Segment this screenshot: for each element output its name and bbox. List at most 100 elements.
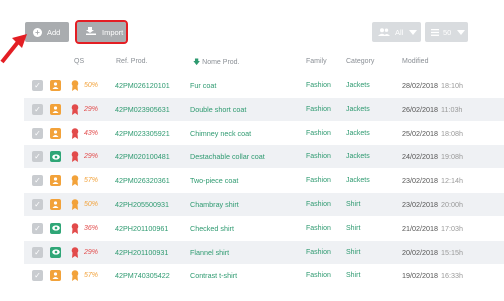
category-link[interactable]: Shirt [346, 193, 360, 216]
modified-time: 15:15h [440, 247, 463, 257]
family-link[interactable]: Fashion [306, 217, 331, 240]
user-warning-icon[interactable] [50, 127, 61, 139]
modified-day: 23/02/2018 [402, 176, 438, 186]
family-link[interactable]: Fashion [306, 122, 331, 145]
family-link[interactable]: Fashion [306, 169, 331, 192]
family-link[interactable]: Fashion [306, 98, 331, 121]
product-name-link[interactable]: Two-piece coat [190, 169, 238, 192]
category-link[interactable]: Shirt [346, 241, 360, 264]
product-ref-link[interactable]: 42PM026120101 [115, 74, 170, 97]
modified-time: 17:03h [440, 223, 463, 233]
family-link[interactable]: Fashion [306, 264, 331, 287]
table-row[interactable]: ✓ 29% 42PM020100481 Destachable collar coat… [24, 145, 504, 169]
product-ref-link[interactable]: 42PM023905631 [115, 98, 170, 121]
column-header-modified[interactable]: Modified [402, 58, 428, 68]
eye-icon[interactable] [50, 222, 61, 234]
family-link[interactable]: Fashion [306, 145, 331, 168]
category-link[interactable]: Jackets [346, 122, 370, 145]
table-row[interactable]: ✓ 29% 42PM023905631 Double short coat Fashio… [24, 97, 504, 121]
product-ref-link[interactable]: 42PM740305422 [115, 264, 170, 287]
user-warning-icon[interactable] [50, 103, 61, 115]
product-ref-link[interactable]: 42PM026320361 [115, 169, 170, 192]
modified-date: 28/02/2018 18:10h [402, 74, 463, 97]
plus-circle-icon: + [33, 27, 42, 37]
award-badge-icon [71, 122, 81, 145]
category-link[interactable]: Jackets [346, 98, 370, 121]
per-page-label: 50 [443, 27, 452, 37]
product-ref-link[interactable]: 42PM020100481 [115, 145, 170, 168]
table-row[interactable]: ✓ 57% 42PM740305422 Contrast t-shirt Fashion… [24, 264, 504, 287]
category-link[interactable]: Shirt [346, 217, 360, 240]
filter-all-label: All [395, 27, 404, 37]
user-warning-icon[interactable] [50, 175, 61, 187]
import-icon [86, 27, 96, 37]
user-warning-icon[interactable] [50, 80, 61, 91]
table-row[interactable]: ✓ 36% 42PH201100961 Checked shirt Fashion Shi… [24, 217, 504, 240]
category-link[interactable]: Shirt [346, 264, 360, 287]
category-link[interactable]: Jackets [346, 74, 370, 97]
import-button[interactable]: Import [75, 20, 128, 44]
row-checkbox[interactable]: ✓ [32, 80, 43, 91]
table-row[interactable]: ✓ 29% 42PH201100931 Flannel shirt Fashion Shi… [24, 240, 504, 264]
product-name-link[interactable]: Fur coat [190, 74, 216, 97]
product-ref-link[interactable]: 42PH201100961 [115, 217, 168, 240]
family-link[interactable]: Fashion [306, 74, 331, 97]
eye-icon[interactable] [50, 151, 61, 163]
modified-date: 24/02/2018 19:08h [402, 145, 463, 168]
row-checkbox[interactable]: ✓ [32, 246, 43, 258]
modified-day: 25/02/2018 [402, 128, 438, 138]
modified-time: 20:00h [440, 200, 463, 209]
category-link[interactable]: Jackets [346, 145, 370, 168]
table-row[interactable]: ✓ 57% 42PM026320361 Two-piece coat Fashion Ja… [24, 169, 504, 192]
family-link[interactable]: Fashion [306, 193, 331, 216]
eye-icon[interactable] [50, 246, 61, 258]
add-button[interactable]: + Add [25, 22, 69, 42]
modified-day: 21/02/2018 [402, 223, 438, 233]
column-header-name[interactable]: 🡇 Nome Prod. [193, 58, 240, 68]
product-name-link[interactable]: Contrast t-shirt [190, 264, 237, 287]
row-checkbox[interactable]: ✓ [32, 175, 43, 187]
row-checkbox[interactable]: ✓ [32, 270, 43, 282]
product-ref-link[interactable]: 42PM023305921 [115, 122, 170, 145]
product-name-link[interactable]: Checked shirt [190, 217, 234, 240]
modified-time: 18:08h [440, 128, 463, 138]
family-link[interactable]: Fashion [306, 241, 331, 264]
filter-all-dropdown[interactable]: All [372, 22, 421, 42]
row-checkbox[interactable]: ✓ [32, 103, 43, 115]
product-name-link[interactable]: Chimney neck coat [190, 122, 251, 145]
modified-date: 23/02/2018 12:14h [402, 169, 463, 192]
quality-score: 29% [84, 153, 99, 161]
user-warning-icon[interactable] [50, 199, 61, 210]
modified-date: 25/02/2018 18:08h [402, 122, 463, 145]
table-row[interactable]: ✓ 43% 42PM023305921 Chimney neck coat Fashio… [24, 122, 504, 145]
quality-score: 36% [84, 224, 99, 232]
chevron-down-icon [409, 29, 418, 35]
table-row[interactable]: ✓ 50% 42PH205500931 Chambray shirt Fashion Sh… [24, 193, 504, 216]
category-link[interactable]: Jackets [346, 169, 370, 192]
modified-time: 18:10h [440, 81, 463, 90]
column-header-qs[interactable]: QS [74, 58, 84, 68]
per-page-dropdown[interactable]: 50 [425, 22, 468, 42]
column-header-ref[interactable]: Ref. Prod. [116, 58, 148, 68]
quality-score: 57% [84, 272, 99, 280]
column-header-family[interactable]: Family [306, 58, 327, 68]
modified-time: 11:03h [440, 104, 463, 114]
quality-score: 29% [84, 248, 99, 256]
user-warning-icon[interactable] [50, 270, 61, 282]
product-name-link[interactable]: Flannel shirt [190, 241, 229, 264]
product-ref-link[interactable]: 42PH201100931 [115, 241, 168, 264]
award-badge-icon [71, 217, 81, 240]
row-checkbox[interactable]: ✓ [32, 151, 43, 163]
product-name-link[interactable]: Chambray shirt [190, 193, 239, 216]
quality-score: 29% [84, 105, 99, 113]
product-name-link[interactable]: Destachable collar coat [190, 145, 265, 168]
product-ref-link[interactable]: 42PH205500931 [115, 193, 169, 216]
product-name-link[interactable]: Double short coat [190, 98, 246, 121]
award-badge-icon [71, 193, 81, 216]
column-header-category[interactable]: Category [346, 58, 374, 68]
table-row[interactable]: ✓ 50% 42PM026120101 Fur coat Fashion Jackets 2… [24, 74, 504, 97]
row-checkbox[interactable]: ✓ [32, 199, 43, 210]
sort-down-icon: 🡇 [193, 59, 201, 66]
row-checkbox[interactable]: ✓ [32, 222, 43, 234]
row-checkbox[interactable]: ✓ [32, 127, 43, 139]
